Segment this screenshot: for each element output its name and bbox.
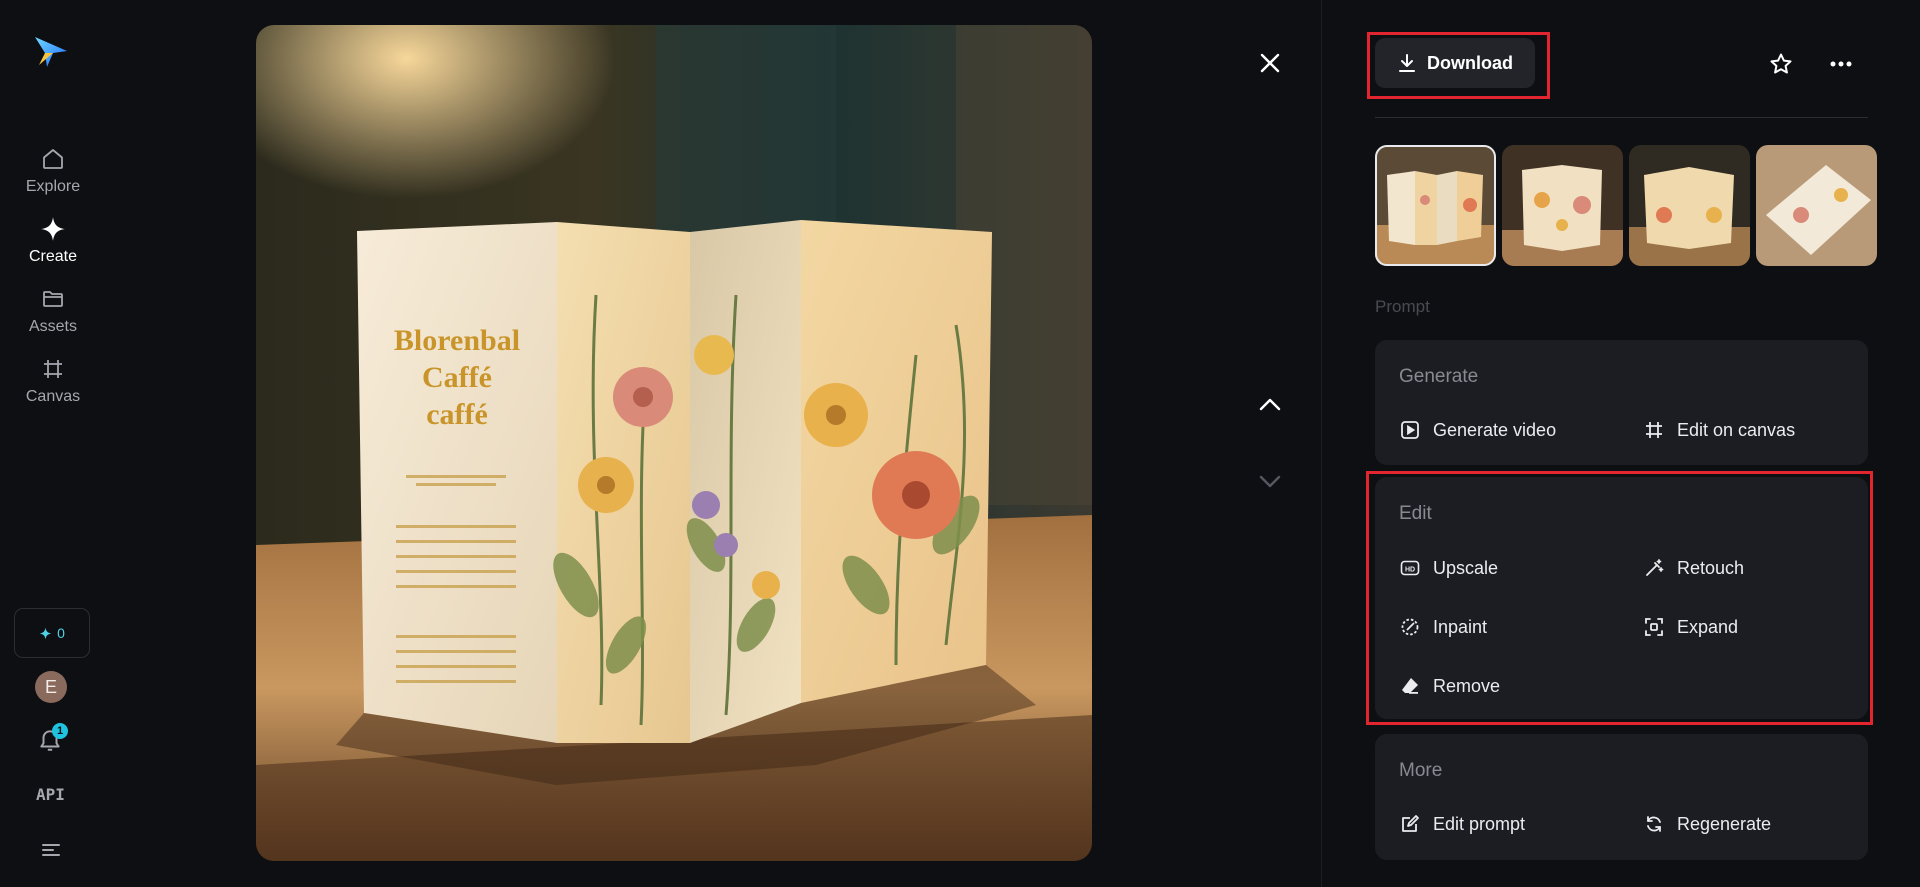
canvas-icon [40, 356, 66, 382]
avatar[interactable]: E [35, 671, 67, 703]
thumbnail-1[interactable] [1375, 145, 1496, 266]
crop-icon [1643, 419, 1665, 441]
expand-label: Expand [1677, 616, 1739, 637]
regenerate-button[interactable]: Regenerate [1643, 809, 1771, 839]
home-icon [40, 146, 66, 172]
chevron-down-icon [1258, 474, 1282, 488]
nav-assets-label: Assets [28, 318, 77, 335]
credits-count: 0 [57, 625, 65, 641]
sparkle-small-icon [39, 627, 52, 640]
nav-create-label: Create [28, 248, 78, 265]
close-button[interactable] [1253, 46, 1287, 80]
remove-label: Remove [1433, 675, 1501, 696]
thumbnail-3[interactable] [1629, 145, 1750, 266]
notifications-button[interactable]: 1 [37, 723, 68, 757]
api-link[interactable]: API [36, 785, 65, 804]
thumbnail-4[interactable] [1756, 145, 1877, 266]
nav-canvas-label: Canvas [25, 388, 81, 405]
edit-prompt-button[interactable]: Edit prompt [1399, 809, 1525, 839]
eraser-icon [1399, 675, 1421, 697]
edit-section-title: Edit [1399, 503, 1432, 524]
more-options-button[interactable] [1824, 47, 1858, 81]
download-icon [1397, 53, 1417, 73]
generate-section-title: Generate [1399, 366, 1479, 387]
generate-section: Generate Generate video Edit on canvas [1375, 340, 1868, 465]
edit-on-canvas-button[interactable]: Edit on canvas [1643, 415, 1795, 445]
magic-wand-icon [1643, 557, 1665, 579]
menu-title-line1: Blorenbal [394, 324, 520, 357]
nav-explore[interactable]: Explore [8, 146, 98, 204]
play-icon [1399, 419, 1421, 441]
menu-title-line3: caffé [426, 398, 488, 431]
edit-prompt-label: Edit prompt [1433, 813, 1526, 834]
chevron-up-icon [1258, 397, 1282, 411]
inpaint-button[interactable]: Inpaint [1399, 612, 1487, 642]
header-divider [1375, 117, 1868, 118]
generate-video-button[interactable]: Generate video [1399, 415, 1556, 445]
credits-button[interactable]: 0 [14, 608, 90, 658]
upscale-label: Upscale [1433, 557, 1499, 578]
menu-title-line2: Caffé [422, 361, 492, 394]
nav-explore-label: Explore [25, 178, 81, 195]
star-icon [1769, 52, 1793, 76]
sidebar: Explore Create Assets Canvas 0 E 1 API [0, 0, 106, 887]
panel-divider [1321, 0, 1322, 887]
notification-badge: 1 [52, 723, 68, 739]
sparkle-icon [40, 216, 66, 242]
retouch-button[interactable]: Retouch [1643, 553, 1744, 583]
edit-on-canvas-label: Edit on canvas [1677, 419, 1796, 440]
more-section: More Edit prompt Regenerate [1375, 734, 1868, 860]
nav-canvas[interactable]: Canvas [8, 356, 98, 414]
expand-icon [1643, 616, 1665, 638]
generate-video-label: Generate video [1433, 419, 1557, 440]
download-label: Download [1427, 52, 1513, 73]
remove-button[interactable]: Remove [1399, 671, 1500, 701]
edit-section: Edit HD Upscale Retouch Inpaint Expand R… [1375, 477, 1868, 719]
hd-icon: HD [1399, 557, 1421, 579]
ellipsis-icon [1830, 61, 1852, 67]
next-image-button[interactable] [1253, 464, 1287, 498]
generated-image[interactable]: Blorenbal Caffé caffé [256, 25, 1092, 861]
app-logo-icon[interactable] [33, 33, 69, 71]
menu-icon[interactable] [40, 841, 62, 859]
retouch-label: Retouch [1677, 557, 1745, 578]
regenerate-label: Regenerate [1677, 813, 1772, 834]
edit-prompt-icon [1399, 813, 1421, 835]
nav-create[interactable]: Create [8, 216, 98, 274]
nav-assets[interactable]: Assets [8, 286, 98, 344]
prompt-label: Prompt [1375, 297, 1430, 316]
more-section-title: More [1399, 760, 1443, 781]
inpaint-icon [1399, 616, 1421, 638]
expand-button[interactable]: Expand [1643, 612, 1738, 642]
folder-icon [40, 286, 66, 312]
thumbnail-2[interactable] [1502, 145, 1623, 266]
svg-text:HD: HD [1405, 567, 1415, 574]
previous-image-button[interactable] [1253, 387, 1287, 421]
close-icon [1259, 52, 1281, 74]
upscale-button[interactable]: HD Upscale [1399, 553, 1498, 583]
inpaint-label: Inpaint [1433, 616, 1488, 637]
download-button[interactable]: Download [1375, 38, 1535, 88]
regenerate-icon [1643, 813, 1665, 835]
favorite-button[interactable] [1764, 47, 1798, 81]
